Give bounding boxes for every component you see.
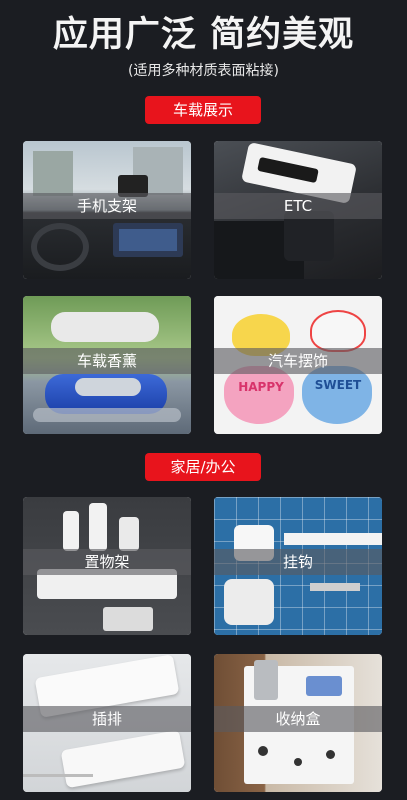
card-etc: ETC (214, 141, 382, 279)
card-label: 插排 (23, 706, 191, 732)
card-label: ETC (214, 193, 382, 219)
card-storage-box: 收纳盒 (214, 654, 382, 792)
card-label: 收纳盒 (214, 706, 382, 732)
card-wall-hook: 挂钩 (214, 497, 382, 635)
sweet-text: SWEET (314, 378, 362, 392)
card-car-ornament: HAPPY SWEET 汽车摆饰 (214, 296, 382, 434)
section-badge-home: 家居/办公 (145, 453, 261, 481)
card-power-strip: 插排 (23, 654, 191, 792)
card-storage-shelf: 置物架 (23, 497, 191, 635)
card-label: 汽车摆饰 (214, 348, 382, 374)
happy-text: HAPPY (238, 380, 284, 394)
card-label: 手机支架 (23, 193, 191, 219)
section-badge-car: 车载展示 (145, 96, 261, 124)
card-label: 挂钩 (214, 549, 382, 575)
page-title: 应用广泛 简约美观 (52, 15, 355, 55)
page-subtitle: (适用多种材质表面粘接) (128, 63, 279, 79)
card-label: 置物架 (23, 549, 191, 575)
card-phone-holder: 手机支架 (23, 141, 191, 279)
card-label: 车载香薰 (23, 348, 191, 374)
card-car-aroma: 车载香薰 (23, 296, 191, 434)
